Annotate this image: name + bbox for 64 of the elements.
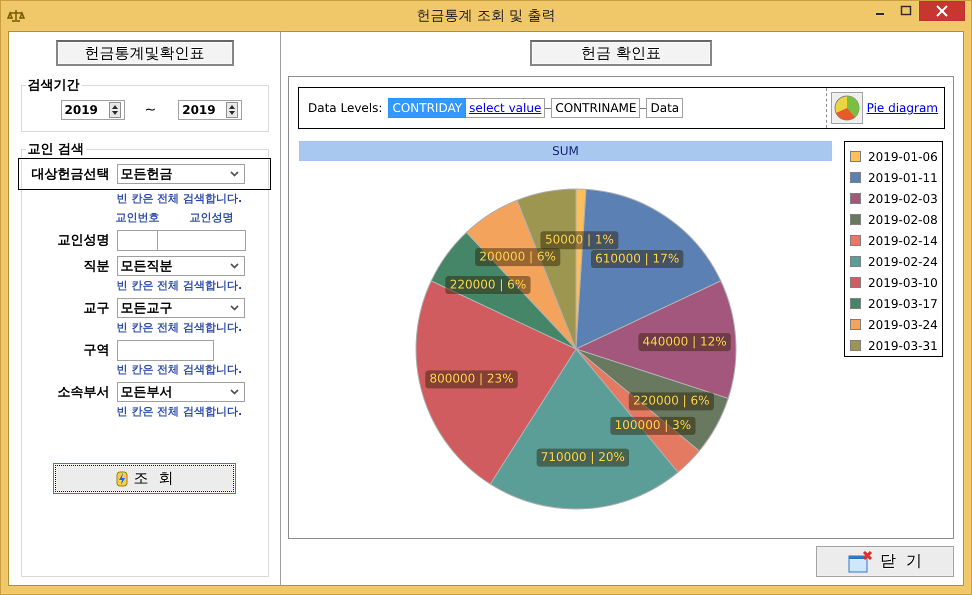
slice-label: 610000 | 17% xyxy=(594,251,679,266)
group-label: 검색기간 xyxy=(26,77,80,94)
close-icon[interactable] xyxy=(919,1,965,21)
hint-text: 빈 칸은 전체 검색합니다. xyxy=(116,362,244,377)
legend-label: 2019-01-11 xyxy=(868,170,938,184)
field-label: 대상헌금선택 xyxy=(30,166,110,183)
series-name: SUM xyxy=(299,141,832,161)
hint-text: 빈 칸은 전체 검색합니다. xyxy=(116,191,244,206)
pie-diagram-link[interactable]: Pie diagram xyxy=(866,101,938,115)
dropdown[interactable]: 모든직분 xyxy=(116,256,244,276)
slice-label: 710000 | 20% xyxy=(540,450,624,464)
slice-label: 800000 | 23% xyxy=(428,372,514,386)
window-close-icon xyxy=(848,550,874,572)
level-tab[interactable]: CONTRINAME xyxy=(551,98,640,118)
select-value-link[interactable]: select value xyxy=(466,98,546,118)
hint-text: 빈 칸은 전체 검색합니다. xyxy=(116,404,244,419)
legend-label: 2019-03-10 xyxy=(868,276,938,290)
level-tab[interactable]: Data xyxy=(646,98,684,118)
field-caption: 교인번호 xyxy=(116,210,160,225)
slice-label: 220000 | 6% xyxy=(632,394,710,408)
year-spinner[interactable]: 2019 xyxy=(60,100,124,120)
input-field[interactable] xyxy=(116,340,214,360)
dropdown[interactable]: 모든교구 xyxy=(116,298,244,318)
spin-arrows-icon[interactable] xyxy=(108,102,120,118)
spin-arrows-icon[interactable] xyxy=(226,102,238,118)
chevron-down-icon xyxy=(230,305,238,311)
member-name-field[interactable] xyxy=(158,230,246,250)
panel-heading: 헌금통계및확인표 xyxy=(56,40,234,66)
hint-text: 빈 칸은 전체 검색합니다. xyxy=(116,320,244,335)
legend-label: 2019-03-31 xyxy=(868,338,938,352)
group-label: 교인 검색 xyxy=(26,141,86,158)
legend-label: 2019-02-14 xyxy=(868,234,938,248)
query-button[interactable]: 조 회 xyxy=(53,463,236,494)
field-caption: 교인성명 xyxy=(190,210,234,225)
legend-label: 2019-02-03 xyxy=(868,192,938,206)
legend-label: 2019-03-24 xyxy=(868,318,938,332)
close-button[interactable]: 닫 기 xyxy=(816,546,954,577)
dropdown[interactable]: 모든부서 xyxy=(116,382,244,402)
slice-label: 100000 | 3% xyxy=(614,418,691,432)
field-label: 교구 xyxy=(82,300,110,317)
window-title: 헌금통계 조회 및 출력 xyxy=(415,7,557,25)
field-label: 직분 xyxy=(82,258,110,275)
field-label: 구역 xyxy=(82,342,110,359)
slice-label: 440000 | 12% xyxy=(642,334,726,348)
pie-chart-icon[interactable] xyxy=(830,92,863,124)
panel-heading: 헌금 확인표 xyxy=(530,40,712,66)
scales-icon xyxy=(7,9,25,23)
field-label: 교인성명 xyxy=(56,232,110,249)
lightning-icon xyxy=(116,470,128,486)
legend-label: 2019-03-17 xyxy=(868,296,938,310)
toolbar-label: Data Levels: xyxy=(308,101,382,115)
legend-label: 2019-02-08 xyxy=(868,212,938,226)
field-label: 소속부서 xyxy=(56,384,110,401)
hint-text: 빈 칸은 전체 검색합니다. xyxy=(116,278,244,293)
legend-label: 2019-02-24 xyxy=(868,254,938,268)
chevron-down-icon xyxy=(230,263,238,269)
legend-label: 2019-01-06 xyxy=(868,150,938,164)
year-spinner[interactable]: 2019 xyxy=(178,100,242,120)
slice-label: 50000 | 1% xyxy=(544,232,614,247)
chevron-down-icon xyxy=(230,389,238,395)
dropdown[interactable]: 모든헌금 xyxy=(116,164,244,184)
chevron-down-icon xyxy=(230,171,238,177)
member-number-field[interactable] xyxy=(116,230,158,250)
range-separator: ~ xyxy=(144,102,156,118)
